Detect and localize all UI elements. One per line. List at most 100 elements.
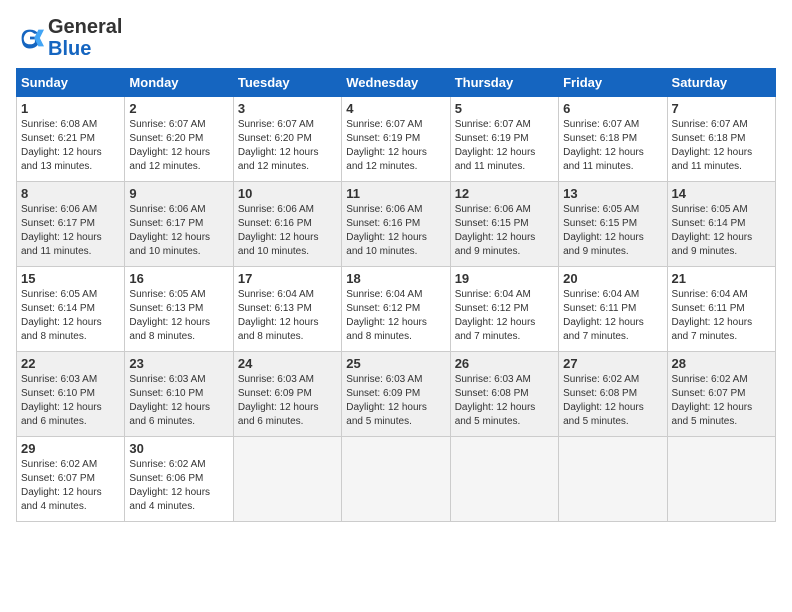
- calendar-week-2: 8 Sunrise: 6:06 AMSunset: 6:17 PMDaylight…: [17, 182, 776, 267]
- day-sun-info: Sunrise: 6:06 AMSunset: 6:15 PMDaylight:…: [455, 203, 554, 259]
- day-sun-info: Sunrise: 6:07 AMSunset: 6:20 PMDaylight:…: [238, 118, 337, 174]
- day-number: 9: [129, 186, 228, 201]
- day-sun-info: Sunrise: 6:02 AMSunset: 6:07 PMDaylight:…: [21, 458, 120, 514]
- day-cell-17: 17 Sunrise: 6:04 AMSunset: 6:13 PMDayligh…: [233, 267, 341, 352]
- day-cell-13: 13 Sunrise: 6:05 AMSunset: 6:15 PMDayligh…: [559, 182, 667, 267]
- day-cell-21: 21Sunrise: 6:04 AMSunset: 6:11 PMDayligh…: [667, 267, 775, 352]
- day-cell-2: 2 Sunrise: 6:07 AMSunset: 6:20 PMDaylight…: [125, 97, 233, 182]
- day-sun-info: Sunrise: 6:05 AMSunset: 6:15 PMDaylight:…: [563, 203, 662, 259]
- day-sun-info: Sunrise: 6:05 AMSunset: 6:13 PMDaylight:…: [129, 288, 228, 344]
- page-header: General Blue: [16, 16, 776, 60]
- day-number: 26: [455, 356, 554, 371]
- day-sun-info: Sunrise: 6:04 AMSunset: 6:12 PMDaylight:…: [455, 288, 554, 344]
- header-day-monday: Monday: [125, 69, 233, 97]
- calendar-header-row: SundayMondayTuesdayWednesdayThursdayFrid…: [17, 69, 776, 97]
- header-day-saturday: Saturday: [667, 69, 775, 97]
- day-number: 4: [346, 101, 445, 116]
- day-number: 3: [238, 101, 337, 116]
- day-number: 2: [129, 101, 228, 116]
- day-cell-20: 20Sunrise: 6:04 AMSunset: 6:11 PMDayligh…: [559, 267, 667, 352]
- day-cell-18: 18 Sunrise: 6:04 AMSunset: 6:12 PMDayligh…: [342, 267, 450, 352]
- day-sun-info: Sunrise: 6:07 AMSunset: 6:19 PMDaylight:…: [455, 118, 554, 174]
- day-sun-info: Sunrise: 6:07 AMSunset: 6:19 PMDaylight:…: [346, 118, 445, 174]
- day-number: 19: [455, 271, 554, 286]
- empty-cell: [450, 437, 558, 522]
- day-cell-10: 10Sunrise: 6:06 AMSunset: 6:16 PMDayligh…: [233, 182, 341, 267]
- day-sun-info: Sunrise: 6:04 AMSunset: 6:13 PMDaylight:…: [238, 288, 337, 344]
- day-cell-19: 19 Sunrise: 6:04 AMSunset: 6:12 PMDayligh…: [450, 267, 558, 352]
- day-sun-info: Sunrise: 6:08 AMSunset: 6:21 PMDaylight:…: [21, 118, 120, 174]
- day-cell-4: 4 Sunrise: 6:07 AMSunset: 6:19 PMDaylight…: [342, 97, 450, 182]
- day-cell-12: 12 Sunrise: 6:06 AMSunset: 6:15 PMDayligh…: [450, 182, 558, 267]
- day-number: 22: [21, 356, 120, 371]
- day-sun-info: Sunrise: 6:05 AMSunset: 6:14 PMDaylight:…: [21, 288, 120, 344]
- calendar-week-4: 22 Sunrise: 6:03 AMSunset: 6:10 PMDayligh…: [17, 352, 776, 437]
- logo-icon: [16, 24, 44, 52]
- calendar-week-3: 15 Sunrise: 6:05 AMSunset: 6:14 PMDayligh…: [17, 267, 776, 352]
- day-sun-info: Sunrise: 6:02 AMSunset: 6:06 PMDaylight:…: [129, 458, 228, 514]
- empty-cell: [667, 437, 775, 522]
- day-number: 23: [129, 356, 228, 371]
- day-number: 15: [21, 271, 120, 286]
- day-sun-info: Sunrise: 6:07 AMSunset: 6:20 PMDaylight:…: [129, 118, 228, 174]
- day-sun-info: Sunrise: 6:03 AMSunset: 6:10 PMDaylight:…: [21, 373, 120, 429]
- logo-text: General Blue: [48, 16, 122, 60]
- day-sun-info: Sunrise: 6:02 AMSunset: 6:07 PMDaylight:…: [672, 373, 771, 429]
- header-day-thursday: Thursday: [450, 69, 558, 97]
- day-cell-22: 22 Sunrise: 6:03 AMSunset: 6:10 PMDayligh…: [17, 352, 125, 437]
- day-cell-27: 27Sunrise: 6:02 AMSunset: 6:08 PMDayligh…: [559, 352, 667, 437]
- day-sun-info: Sunrise: 6:07 AMSunset: 6:18 PMDaylight:…: [672, 118, 771, 174]
- header-day-tuesday: Tuesday: [233, 69, 341, 97]
- day-sun-info: Sunrise: 6:06 AMSunset: 6:16 PMDaylight:…: [346, 203, 445, 259]
- empty-cell: [342, 437, 450, 522]
- day-number: 12: [455, 186, 554, 201]
- day-cell-30: 30Sunrise: 6:02 AMSunset: 6:06 PMDayligh…: [125, 437, 233, 522]
- day-cell-14: 14Sunrise: 6:05 AMSunset: 6:14 PMDayligh…: [667, 182, 775, 267]
- day-number: 11: [346, 186, 445, 201]
- empty-cell: [559, 437, 667, 522]
- day-cell-25: 25 Sunrise: 6:03 AMSunset: 6:09 PMDayligh…: [342, 352, 450, 437]
- day-sun-info: Sunrise: 6:07 AMSunset: 6:18 PMDaylight:…: [563, 118, 662, 174]
- header-day-friday: Friday: [559, 69, 667, 97]
- day-sun-info: Sunrise: 6:04 AMSunset: 6:11 PMDaylight:…: [563, 288, 662, 344]
- day-number: 5: [455, 101, 554, 116]
- calendar-table: SundayMondayTuesdayWednesdayThursdayFrid…: [16, 68, 776, 522]
- day-sun-info: Sunrise: 6:03 AMSunset: 6:10 PMDaylight:…: [129, 373, 228, 429]
- day-number: 29: [21, 441, 120, 456]
- day-cell-8: 8 Sunrise: 6:06 AMSunset: 6:17 PMDaylight…: [17, 182, 125, 267]
- day-number: 8: [21, 186, 120, 201]
- day-cell-15: 15 Sunrise: 6:05 AMSunset: 6:14 PMDayligh…: [17, 267, 125, 352]
- day-sun-info: Sunrise: 6:06 AMSunset: 6:16 PMDaylight:…: [238, 203, 337, 259]
- day-sun-info: Sunrise: 6:03 AMSunset: 6:09 PMDaylight:…: [346, 373, 445, 429]
- day-number: 7: [672, 101, 771, 116]
- day-number: 13: [563, 186, 662, 201]
- day-number: 18: [346, 271, 445, 286]
- day-number: 1: [21, 101, 120, 116]
- day-number: 6: [563, 101, 662, 116]
- day-sun-info: Sunrise: 6:04 AMSunset: 6:11 PMDaylight:…: [672, 288, 771, 344]
- day-cell-1: 1 Sunrise: 6:08 AMSunset: 6:21 PMDaylight…: [17, 97, 125, 182]
- day-cell-3: 3 Sunrise: 6:07 AMSunset: 6:20 PMDaylight…: [233, 97, 341, 182]
- day-cell-7: 7 Sunrise: 6:07 AMSunset: 6:18 PMDaylight…: [667, 97, 775, 182]
- day-sun-info: Sunrise: 6:03 AMSunset: 6:08 PMDaylight:…: [455, 373, 554, 429]
- day-cell-28: 28Sunrise: 6:02 AMSunset: 6:07 PMDayligh…: [667, 352, 775, 437]
- day-sun-info: Sunrise: 6:04 AMSunset: 6:12 PMDaylight:…: [346, 288, 445, 344]
- day-cell-29: 29 Sunrise: 6:02 AMSunset: 6:07 PMDayligh…: [17, 437, 125, 522]
- day-sun-info: Sunrise: 6:03 AMSunset: 6:09 PMDaylight:…: [238, 373, 337, 429]
- day-sun-info: Sunrise: 6:06 AMSunset: 6:17 PMDaylight:…: [21, 203, 120, 259]
- day-number: 25: [346, 356, 445, 371]
- day-number: 16: [129, 271, 228, 286]
- day-cell-6: 6 Sunrise: 6:07 AMSunset: 6:18 PMDaylight…: [559, 97, 667, 182]
- day-number: 14: [672, 186, 771, 201]
- day-number: 24: [238, 356, 337, 371]
- day-cell-16: 16 Sunrise: 6:05 AMSunset: 6:13 PMDayligh…: [125, 267, 233, 352]
- day-cell-5: 5 Sunrise: 6:07 AMSunset: 6:19 PMDaylight…: [450, 97, 558, 182]
- day-cell-11: 11 Sunrise: 6:06 AMSunset: 6:16 PMDayligh…: [342, 182, 450, 267]
- logo: General Blue: [16, 16, 122, 60]
- calendar-week-5: 29 Sunrise: 6:02 AMSunset: 6:07 PMDayligh…: [17, 437, 776, 522]
- day-cell-23: 23 Sunrise: 6:03 AMSunset: 6:10 PMDayligh…: [125, 352, 233, 437]
- day-sun-info: Sunrise: 6:06 AMSunset: 6:17 PMDaylight:…: [129, 203, 228, 259]
- empty-cell: [233, 437, 341, 522]
- day-number: 17: [238, 271, 337, 286]
- header-day-wednesday: Wednesday: [342, 69, 450, 97]
